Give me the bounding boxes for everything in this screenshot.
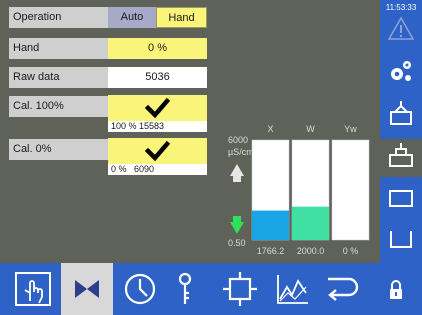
scale-up-arrow-stem — [233, 176, 241, 182]
operation-label: Operation — [9, 7, 108, 28]
value-label-w: 2000.0 — [297, 246, 325, 256]
tray-icon — [390, 231, 412, 248]
cal-100-label: Cal. 100% — [9, 96, 108, 117]
hand-label: Hand — [9, 38, 108, 59]
raw-data-label: Raw data — [9, 67, 108, 88]
lift-icon — [389, 143, 413, 167]
raise-icon — [390, 101, 412, 125]
bottom-module-button[interactable] — [215, 263, 265, 315]
cal-0-confirm-button[interactable] — [108, 138, 207, 164]
raw-data-value: 5036 — [108, 67, 207, 88]
hand-value-field[interactable]: 0 % — [108, 38, 207, 59]
cal-0-label: Cal. 0% — [9, 139, 108, 160]
chart-icon — [277, 275, 308, 304]
checkmark-icon — [144, 140, 171, 162]
bottom-key-button[interactable] — [160, 263, 210, 315]
cal-100-confirm-button[interactable] — [108, 95, 207, 121]
key-icon — [178, 272, 192, 304]
y-unit-label: µS/cm — [228, 147, 254, 157]
valve-icon — [75, 280, 99, 298]
value-label-yw: 0 % — [343, 246, 359, 256]
sidebar-window-button[interactable] — [380, 183, 422, 219]
cal-100-info: 100 % 15583 — [108, 121, 207, 132]
sidebar-lift-button[interactable] — [380, 140, 422, 176]
y-min-label: 0.50 — [228, 238, 246, 248]
control-screen: Operation Auto Hand Hand 0 % Raw data 50… — [0, 0, 422, 315]
scale-down-arrow[interactable] — [230, 222, 244, 234]
mode-auto-button[interactable]: Auto — [108, 7, 156, 28]
sidebar-tray-button[interactable] — [380, 223, 422, 259]
bar-x — [252, 210, 289, 240]
bottom-valve-button[interactable] — [62, 263, 112, 315]
clock-display: 11:53:33 — [385, 3, 417, 12]
y-max-label: 6000 — [228, 135, 248, 145]
bottom-chart-button[interactable] — [268, 263, 318, 315]
bottom-hand-touch-button[interactable] — [8, 263, 58, 315]
hand-touch-icon — [15, 272, 51, 306]
mode-hand-button[interactable]: Hand — [156, 7, 207, 28]
settings-gears-icon — [391, 61, 411, 81]
bar-w — [292, 206, 329, 240]
bottom-back-button[interactable] — [318, 263, 368, 315]
warning-icon — [387, 16, 415, 40]
sidebar-settings-button[interactable] — [380, 56, 422, 92]
value-label-x: 1766.2 — [257, 246, 285, 256]
bottom-lock-button[interactable] — [370, 263, 420, 315]
cal-0-info: 0 % 6090 — [108, 164, 207, 175]
lock-icon — [390, 280, 402, 299]
module-icon — [223, 272, 257, 306]
category-label-x: X — [267, 124, 273, 134]
category-label-w: W — [306, 124, 315, 134]
bottom-clock-button[interactable] — [115, 263, 165, 315]
window-icon — [389, 190, 413, 207]
scale-up-arrow[interactable] — [230, 164, 244, 176]
scale-down-arrow-stem — [233, 216, 241, 222]
clock-icon — [124, 273, 156, 305]
sidebar-warning-button[interactable] — [380, 14, 422, 50]
bar-chart: 6000 µS/cm 0.50 X 1766.2 W 2000.0 Yw 0 % — [228, 124, 370, 256]
sidebar-raise-button[interactable] — [380, 98, 422, 134]
category-label-yw: Yw — [344, 124, 357, 134]
back-icon — [328, 277, 359, 301]
bar-track-yw — [331, 139, 370, 241]
checkmark-icon — [144, 97, 171, 119]
